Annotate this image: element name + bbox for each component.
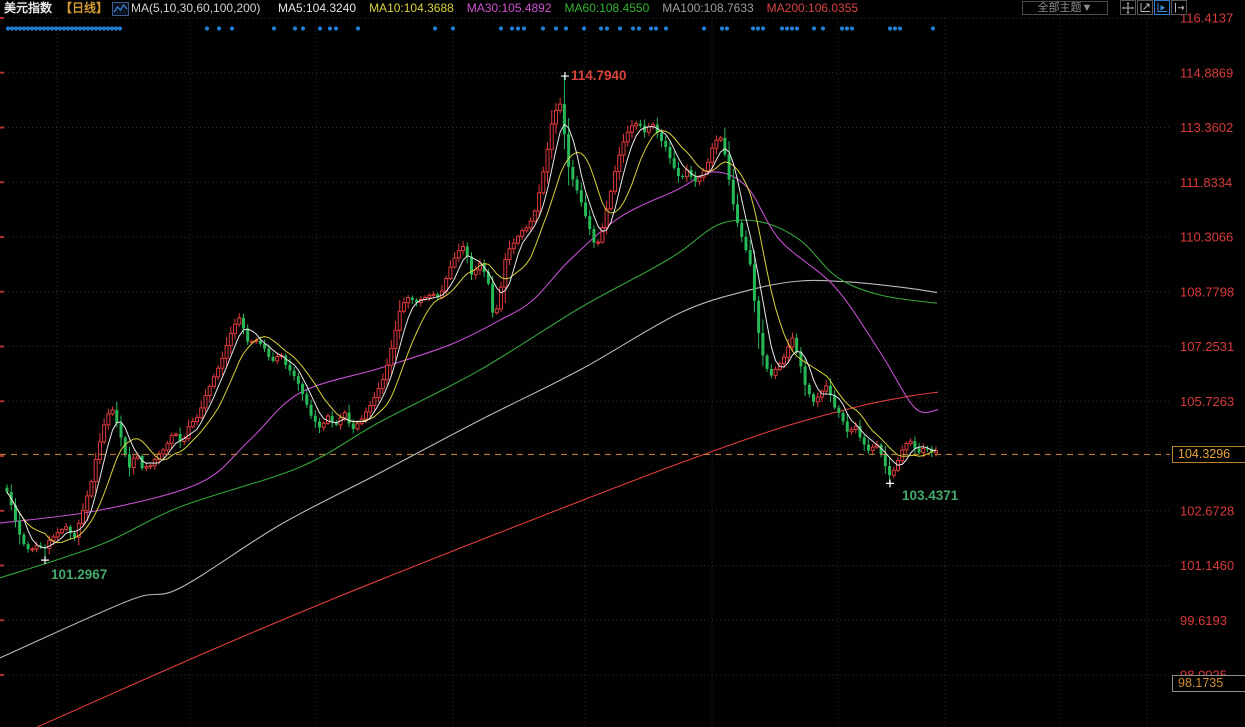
axis-tick-label: 110.3066 [1180, 230, 1233, 245]
symbol-title: 美元指数 [4, 1, 52, 15]
price-annotations: 114.7940 103.4371 101.2967 [41, 68, 959, 582]
ma-legend-values: MA5:104.3240 MA10:104.3688 MA30:105.4892 MA… [278, 1, 858, 15]
line-chart-icon [112, 2, 129, 16]
ma-settings-label: MA(5,10,30,60,100,200) [131, 1, 260, 15]
current-price-label: 104.3296 [1172, 446, 1245, 463]
extreme-price-annotation: 114.7940 [571, 68, 627, 83]
axis-tick-label: 111.8334 [1180, 175, 1232, 190]
extreme-price-annotation: 103.4371 [902, 488, 959, 503]
axis-tick-label: 102.6728 [1180, 503, 1234, 518]
ma-value: MA30:105.4892 [467, 1, 552, 15]
axis-tick-label: 113.3602 [1180, 120, 1233, 135]
axis-tick-label: 108.7798 [1180, 284, 1234, 299]
extreme-price-annotation: 101.2967 [51, 567, 107, 582]
ma-long-lines [0, 172, 938, 727]
ma-value: MA200:106.0355 [767, 1, 858, 15]
extreme-cross-icon [886, 479, 894, 487]
header-bar: 美元指数 【日线】 MA(5,10,30,60,100,200) MA5:104… [0, 0, 1245, 17]
grid-lines [0, 18, 1170, 727]
axis-tick-label: 105.7263 [1180, 394, 1234, 409]
period-label: 【日线】 [60, 1, 108, 15]
axis-play-icon[interactable] [1154, 0, 1170, 15]
theme-dropdown[interactable]: 全部主题▼ [1022, 1, 1108, 15]
axis-tick-label: 99.6193 [1180, 613, 1227, 628]
extreme-cross-icon [561, 72, 569, 80]
crosshair-move-icon[interactable] [1120, 0, 1136, 15]
chart-app: 116.4137114.8869113.3602111.8334110.3066… [0, 0, 1245, 727]
ma-line-ma60 [0, 220, 937, 578]
ma-value: MA100:108.7633 [662, 1, 753, 15]
chart-toolbar [1119, 0, 1187, 15]
ma-value: MA5:104.3240 [278, 1, 356, 15]
cursor-price-label: 98.1735 [1172, 675, 1245, 692]
theme-dropdown-label: 全部主题▼ [1038, 2, 1093, 14]
ma-value: MA10:104.3688 [369, 1, 454, 15]
pan-exit-icon[interactable] [1171, 0, 1187, 15]
ma-value: MA60:108.4550 [565, 1, 650, 15]
axis-tick-label: 107.2531 [1180, 339, 1234, 354]
axis-scale-icon[interactable] [1137, 0, 1153, 15]
axis-tick-label: 114.8869 [1180, 65, 1233, 80]
chart-canvas[interactable]: 116.4137114.8869113.3602111.8334110.3066… [0, 0, 1245, 727]
price-axis-labels[interactable]: 116.4137114.8869113.3602111.8334110.3066… [1180, 11, 1234, 683]
candlesticks [6, 76, 938, 560]
axis-tick-label: 101.1460 [1180, 558, 1234, 573]
event-dots[interactable] [6, 26, 935, 30]
